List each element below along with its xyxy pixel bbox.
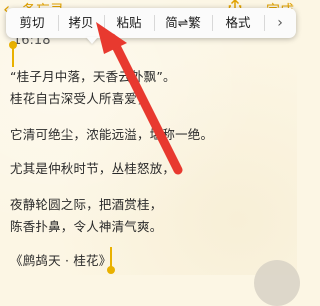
note-line[interactable]: 夜静轮圆之际，把酒赏桂， [10, 194, 162, 213]
chevron-right-icon[interactable]: › [264, 8, 296, 38]
selection-start-caret [12, 45, 14, 67]
convert-chinese-button[interactable]: 简⇌繁 [154, 8, 212, 38]
format-button[interactable]: 格式 [212, 8, 264, 38]
note-line[interactable]: “桂子月中落，天香云外飘”。 [10, 66, 176, 85]
menu-pointer [86, 37, 98, 44]
paste-button[interactable]: 粘贴 [104, 8, 154, 38]
note-line[interactable]: 它清可绝尘，浓能远溢，堪称一绝。 [10, 124, 213, 143]
copy-button[interactable]: 拷贝 [58, 8, 104, 38]
note-line[interactable]: 《鹧鸪天 · 桂花》 [10, 250, 111, 269]
note-line[interactable]: 尤其是仲秋时节，丛桂怒放， [10, 158, 175, 177]
cut-button[interactable]: 剪切 [6, 8, 58, 38]
floating-action-button[interactable] [254, 260, 300, 306]
selection-end-handle[interactable] [107, 266, 115, 274]
note-line[interactable]: 桂花自古深受人所喜爱， [10, 88, 150, 107]
edit-context-menu: 剪切 拷贝 粘贴 简⇌繁 格式 › [6, 8, 296, 38]
note-line[interactable]: 陈香扑鼻，令人神清气爽。 [10, 216, 162, 235]
